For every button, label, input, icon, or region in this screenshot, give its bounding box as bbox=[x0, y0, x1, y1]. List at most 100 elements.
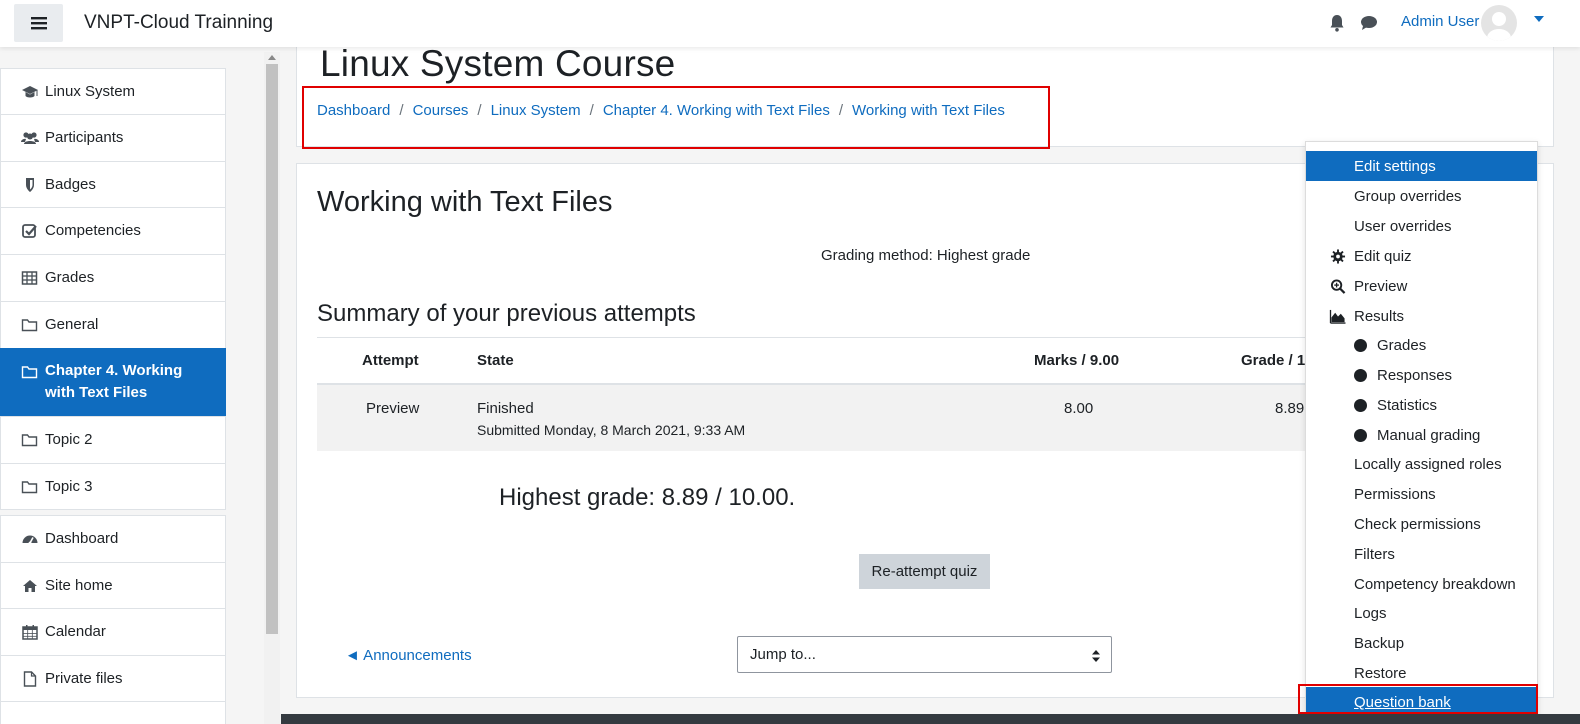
sidebar-item-topic-2[interactable]: Topic 2 bbox=[0, 416, 226, 464]
file-icon bbox=[23, 671, 37, 687]
chat-icon[interactable] bbox=[1360, 15, 1378, 31]
menu-item-results[interactable]: Results bbox=[1306, 301, 1537, 331]
menu-item-results-manual-grading[interactable]: Manual grading bbox=[1306, 420, 1537, 450]
folder-icon bbox=[21, 434, 38, 447]
menu-item-label: Backup bbox=[1354, 635, 1405, 652]
drawer-scrollbar-thumb[interactable] bbox=[266, 64, 278, 634]
menu-item-backup[interactable]: Backup bbox=[1306, 628, 1537, 658]
table-header-marks: Marks / 9.00 bbox=[1034, 352, 1120, 369]
menu-item-check-permissions[interactable]: Check permissions bbox=[1306, 509, 1537, 539]
site-title[interactable]: VNPT-Cloud Trainning bbox=[84, 12, 273, 34]
sidebar-item-private-files[interactable]: Private files bbox=[0, 655, 226, 702]
menu-item-label: Preview bbox=[1354, 278, 1408, 295]
folder-icon bbox=[21, 366, 38, 379]
tachometer-icon bbox=[22, 535, 38, 545]
drawer-toggle-button[interactable] bbox=[14, 4, 63, 42]
top-navbar: VNPT-Cloud Trainning Admin User bbox=[0, 0, 1580, 47]
menu-item-logs[interactable]: Logs bbox=[1306, 598, 1537, 628]
menu-item-label: Filters bbox=[1354, 546, 1395, 563]
menu-item-label: Statistics bbox=[1377, 397, 1438, 414]
table-header-state: State bbox=[477, 352, 514, 369]
sidebar-item-label: Chapter 4. Working with Text Files bbox=[45, 362, 183, 401]
menu-item-label: Edit quiz bbox=[1354, 248, 1412, 265]
table-row bbox=[317, 385, 1317, 451]
sidebar-item-linux-system[interactable]: Linux System bbox=[0, 68, 226, 115]
sidebar-item-label: Private files bbox=[45, 670, 123, 687]
calendar-icon bbox=[22, 625, 38, 640]
reattempt-quiz-button[interactable]: Re-attempt quiz bbox=[859, 554, 990, 589]
menu-item-filters[interactable]: Filters bbox=[1306, 539, 1537, 569]
user-menu-name[interactable]: Admin User bbox=[1401, 13, 1479, 30]
sidebar-item-label: Participants bbox=[45, 129, 124, 146]
sidebar-item-more[interactable] bbox=[0, 701, 226, 724]
sidebar-item-general[interactable]: General bbox=[0, 301, 226, 349]
bullet-icon bbox=[1354, 339, 1367, 352]
table-header-attempt: Attempt bbox=[362, 352, 419, 369]
breadcrumb-highlight-box bbox=[302, 86, 1050, 149]
highest-grade: Highest grade: 8.89 / 10.00. bbox=[499, 484, 796, 511]
graduation-cap-icon bbox=[22, 86, 38, 98]
sidebar-item-label: Badges bbox=[45, 176, 96, 193]
sidebar-item-label: Calendar bbox=[45, 623, 106, 640]
zoom-icon bbox=[1330, 279, 1346, 294]
sidebar-item-label: General bbox=[45, 316, 99, 333]
menu-item-user-overrides[interactable]: User overrides bbox=[1306, 211, 1537, 241]
menu-item-label: Responses bbox=[1377, 367, 1453, 384]
menu-item-label: Locally assigned roles bbox=[1354, 456, 1502, 473]
cell-attempt: Preview bbox=[366, 400, 420, 417]
menu-item-label: Group overrides bbox=[1354, 188, 1462, 205]
bullet-icon bbox=[1354, 369, 1367, 382]
cell-submitted: Submitted Monday, 8 March 2021, 9:33 AM bbox=[477, 422, 746, 438]
menu-item-label: Grades bbox=[1377, 337, 1427, 354]
bullet-icon bbox=[1354, 429, 1367, 442]
menu-item-locally-assigned-roles[interactable]: Locally assigned roles bbox=[1306, 449, 1537, 479]
menu-item-label: Competency breakdown bbox=[1354, 576, 1516, 593]
summary-heading: Summary of your previous attempts bbox=[317, 300, 696, 327]
menu-item-results-grades[interactable]: Grades bbox=[1306, 330, 1537, 360]
bullet-icon bbox=[1354, 399, 1367, 412]
cell-state: Finished bbox=[477, 400, 534, 417]
menu-item-preview[interactable]: Preview bbox=[1306, 271, 1537, 301]
menu-item-permissions[interactable]: Permissions bbox=[1306, 479, 1537, 509]
users-icon bbox=[21, 132, 39, 144]
sidebar-item-label: Grades bbox=[45, 269, 95, 286]
sidebar-item-grades[interactable]: Grades bbox=[0, 254, 226, 302]
chevron-down-icon[interactable] bbox=[1534, 16, 1544, 22]
sidebar-item-site-home[interactable]: Site home bbox=[0, 562, 226, 609]
page-title: Linux System Course bbox=[320, 43, 676, 84]
menu-item-label: Permissions bbox=[1354, 486, 1436, 503]
menu-item-results-responses[interactable]: Responses bbox=[1306, 360, 1537, 390]
menu-item-label: User overrides bbox=[1354, 218, 1452, 235]
quiz-title: Working with Text Files bbox=[317, 186, 613, 218]
menu-item-label: Logs bbox=[1354, 605, 1387, 622]
sidebar-item-chapter-4[interactable]: Chapter 4. Working with Text Files bbox=[0, 348, 226, 416]
sidebar-item-dashboard[interactable]: Dashboard bbox=[0, 515, 226, 563]
table-top-border bbox=[317, 337, 1317, 338]
table-header-grade: Grade / 1 bbox=[1241, 352, 1306, 369]
menu-item-competency-breakdown[interactable]: Competency breakdown bbox=[1306, 569, 1537, 599]
question-bank-highlight-box bbox=[1298, 684, 1538, 714]
menu-item-label: Check permissions bbox=[1354, 516, 1481, 533]
sidebar-item-label: Linux System bbox=[45, 83, 136, 100]
sidebar-item-competencies[interactable]: Competencies bbox=[0, 207, 226, 255]
sidebar-item-badges[interactable]: Badges bbox=[0, 161, 226, 208]
menu-item-results-statistics[interactable]: Statistics bbox=[1306, 390, 1537, 420]
menu-item-label: Edit settings bbox=[1354, 158, 1436, 175]
sidebar-item-participants[interactable]: Participants bbox=[0, 114, 226, 162]
sidebar-item-label: Topic 2 bbox=[45, 431, 93, 448]
bell-icon[interactable] bbox=[1329, 14, 1345, 32]
sidebar-item-calendar[interactable]: Calendar bbox=[0, 608, 226, 656]
menu-item-edit-quiz[interactable]: Edit quiz bbox=[1306, 241, 1537, 271]
scroll-up-arrow-icon[interactable] bbox=[268, 55, 276, 60]
folder-icon bbox=[21, 319, 38, 332]
jump-to-select[interactable]: Jump to... bbox=[737, 636, 1112, 673]
menu-item-edit-settings[interactable]: Edit settings bbox=[1306, 151, 1537, 181]
announcements-link[interactable]: ◄ Announcements bbox=[345, 647, 472, 664]
home-icon bbox=[23, 580, 37, 592]
gear-icon bbox=[1330, 249, 1346, 264]
avatar[interactable] bbox=[1481, 5, 1517, 41]
user-avatar-icon bbox=[1487, 12, 1511, 41]
menu-item-group-overrides[interactable]: Group overrides bbox=[1306, 181, 1537, 211]
sidebar-item-topic-3[interactable]: Topic 3 bbox=[0, 463, 226, 510]
sidebar-item-label: Topic 3 bbox=[45, 478, 93, 495]
